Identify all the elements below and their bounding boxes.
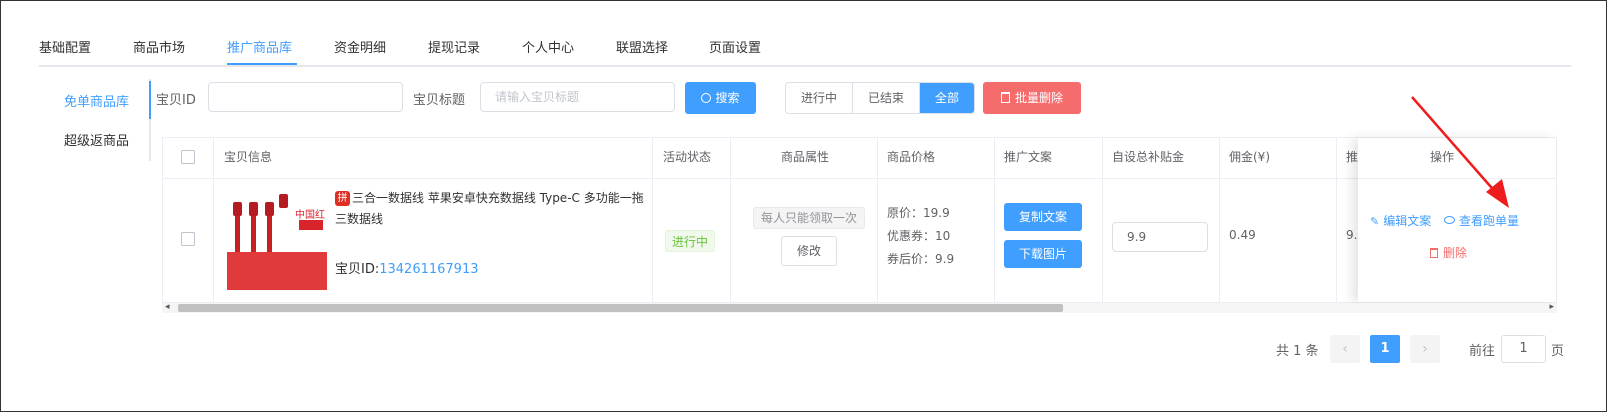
tab-product-market[interactable]: 商品市场	[133, 37, 185, 56]
col-divider	[877, 138, 878, 302]
scroll-left-arrow-icon[interactable]: ◂	[165, 302, 170, 312]
top-tab-bar: 基础配置 商品市场 推广商品库 资金明细 提现记录 个人中心 联盟选择 页面设置	[39, 29, 1571, 67]
app-frame: 基础配置 商品市场 推广商品库 资金明细 提现记录 个人中心 联盟选择 页面设置…	[0, 0, 1607, 412]
header-item-info: 宝贝信息	[224, 150, 273, 164]
delete-link[interactable]: 删除	[1430, 244, 1467, 261]
tab-withdraw-records[interactable]: 提现记录	[428, 37, 480, 56]
pinduoduo-badge-icon: 拼	[335, 191, 350, 206]
edit-copy-label: 编辑文案	[1383, 214, 1432, 228]
product-id-label: 宝贝ID:	[335, 262, 380, 277]
search-button[interactable]: 搜索	[685, 82, 756, 114]
batch-delete-label: 批量删除	[1014, 91, 1063, 105]
active-tab-indicator	[227, 63, 297, 65]
header-product-attr: 商品属性	[781, 150, 830, 164]
tab-personal-center[interactable]: 个人中心	[522, 37, 574, 56]
trash-icon	[1000, 92, 1010, 103]
tab-promo-library[interactable]: 推广商品库	[227, 37, 292, 56]
plug-shape	[265, 202, 274, 216]
tab-fund-details[interactable]: 资金明细	[334, 37, 386, 56]
search-icon	[701, 93, 712, 103]
header-activity-status: 活动状态	[663, 150, 712, 164]
col-divider	[1219, 138, 1220, 302]
product-title-text: 三合一数据线 苹果安卓快充数据线 Type-C 多功能一拖三数据线	[335, 191, 644, 226]
commission-value: 0.49	[1229, 228, 1256, 242]
trash-icon	[1430, 248, 1438, 258]
prev-page-button[interactable]: ‹	[1330, 335, 1360, 363]
plug-shape	[233, 202, 242, 216]
plug-shape	[249, 202, 258, 216]
item-title-label: 宝贝标题	[413, 93, 466, 108]
scrollbar-thumb[interactable]	[178, 304, 1063, 312]
annotation-arrow-shaft	[1411, 96, 1499, 196]
status-segmented-control: 进行中 已结束 全部	[785, 82, 975, 114]
header-divider	[163, 178, 1556, 179]
col-divider	[1336, 138, 1337, 302]
price-after-coupon: 券后价：9.9	[887, 252, 955, 266]
header-commission: 佣金(¥)	[1229, 150, 1270, 164]
horizontal-scrollbar[interactable]: ◂ ▸	[162, 302, 1557, 313]
item-id-label: 宝贝ID	[156, 93, 196, 108]
subsidy-input[interactable]: 9.9	[1112, 222, 1208, 252]
goto-prefix: 前往	[1469, 344, 1496, 359]
promo-partial-value: 9.	[1346, 228, 1358, 242]
scroll-right-arrow-icon[interactable]: ▸	[1549, 302, 1554, 312]
pencil-icon: ✎	[1370, 215, 1380, 228]
copy-text-button[interactable]: 复制文案	[1004, 203, 1082, 231]
batch-delete-button[interactable]: 批量删除	[983, 82, 1081, 114]
side-tab-super-rebate[interactable]: 超级返商品	[64, 130, 129, 149]
pagination-total: 共 1 条	[1276, 344, 1319, 359]
row-checkbox[interactable]	[181, 232, 195, 246]
chevron-right-icon: ›	[1422, 341, 1428, 357]
active-side-tab-indicator	[149, 81, 151, 119]
product-id-line: 宝贝ID:134261167913	[335, 258, 479, 277]
status-option-ended[interactable]: 已结束	[853, 83, 920, 113]
product-id-value[interactable]: 134261167913	[379, 262, 478, 277]
eye-icon	[1444, 216, 1455, 224]
next-page-button[interactable]: ›	[1410, 335, 1440, 363]
header-product-price: 商品价格	[887, 150, 936, 164]
image-tag-shape	[299, 220, 323, 230]
col-divider	[213, 138, 214, 302]
search-button-label: 搜索	[715, 91, 740, 105]
tab-alliance-select[interactable]: 联盟选择	[616, 37, 668, 56]
price-coupon: 优惠券：10	[887, 229, 951, 243]
select-all-checkbox[interactable]	[181, 150, 195, 164]
page-number-current[interactable]: 1	[1370, 335, 1400, 363]
item-id-input[interactable]	[208, 82, 403, 112]
header-subsidy: 自设总补贴金	[1112, 150, 1185, 164]
col-divider	[1102, 138, 1103, 302]
header-promo-copy: 推广文案	[1004, 150, 1053, 164]
product-title: 拼三合一数据线 苹果安卓快充数据线 Type-C 多功能一拖三数据线	[335, 188, 655, 230]
view-orders-label: 查看跑单量	[1459, 214, 1520, 228]
image-brand-text: 中国红	[295, 210, 325, 221]
goto-page-input[interactable]: 1	[1501, 335, 1546, 363]
product-table: 宝贝信息 活动状态 商品属性 商品价格 推广文案 自设总补贴金 佣金(¥) 推 …	[162, 137, 1557, 303]
download-image-button[interactable]: 下载图片	[1004, 240, 1082, 268]
annotation-arrow-icon	[1411, 96, 1509, 208]
status-badge: 进行中	[665, 230, 715, 252]
product-image[interactable]: 中国红	[227, 190, 327, 290]
annotation-arrow-head	[1486, 179, 1509, 208]
attr-tag: 每人只能领取一次	[753, 207, 865, 229]
edit-attr-button[interactable]: 修改	[781, 236, 837, 266]
tab-basic-config[interactable]: 基础配置	[39, 37, 91, 56]
price-original: 原价：19.9	[887, 206, 950, 220]
plug-shape	[279, 194, 288, 208]
col-divider	[994, 138, 995, 302]
image-red-block	[227, 252, 327, 290]
goto-suffix: 页	[1551, 344, 1565, 359]
delete-label: 删除	[1443, 246, 1468, 260]
side-tab-bar: 免单商品库 超级返商品	[39, 79, 151, 161]
col-divider	[730, 138, 731, 302]
side-tab-free-library[interactable]: 免单商品库	[64, 91, 129, 110]
chevron-left-icon: ‹	[1342, 341, 1348, 357]
item-title-input[interactable]: 请输入宝贝标题	[480, 82, 675, 112]
status-option-all[interactable]: 全部	[920, 83, 974, 113]
header-promo-partial: 推	[1346, 150, 1359, 164]
tab-page-settings[interactable]: 页面设置	[709, 37, 761, 56]
status-option-ongoing[interactable]: 进行中	[786, 83, 853, 113]
